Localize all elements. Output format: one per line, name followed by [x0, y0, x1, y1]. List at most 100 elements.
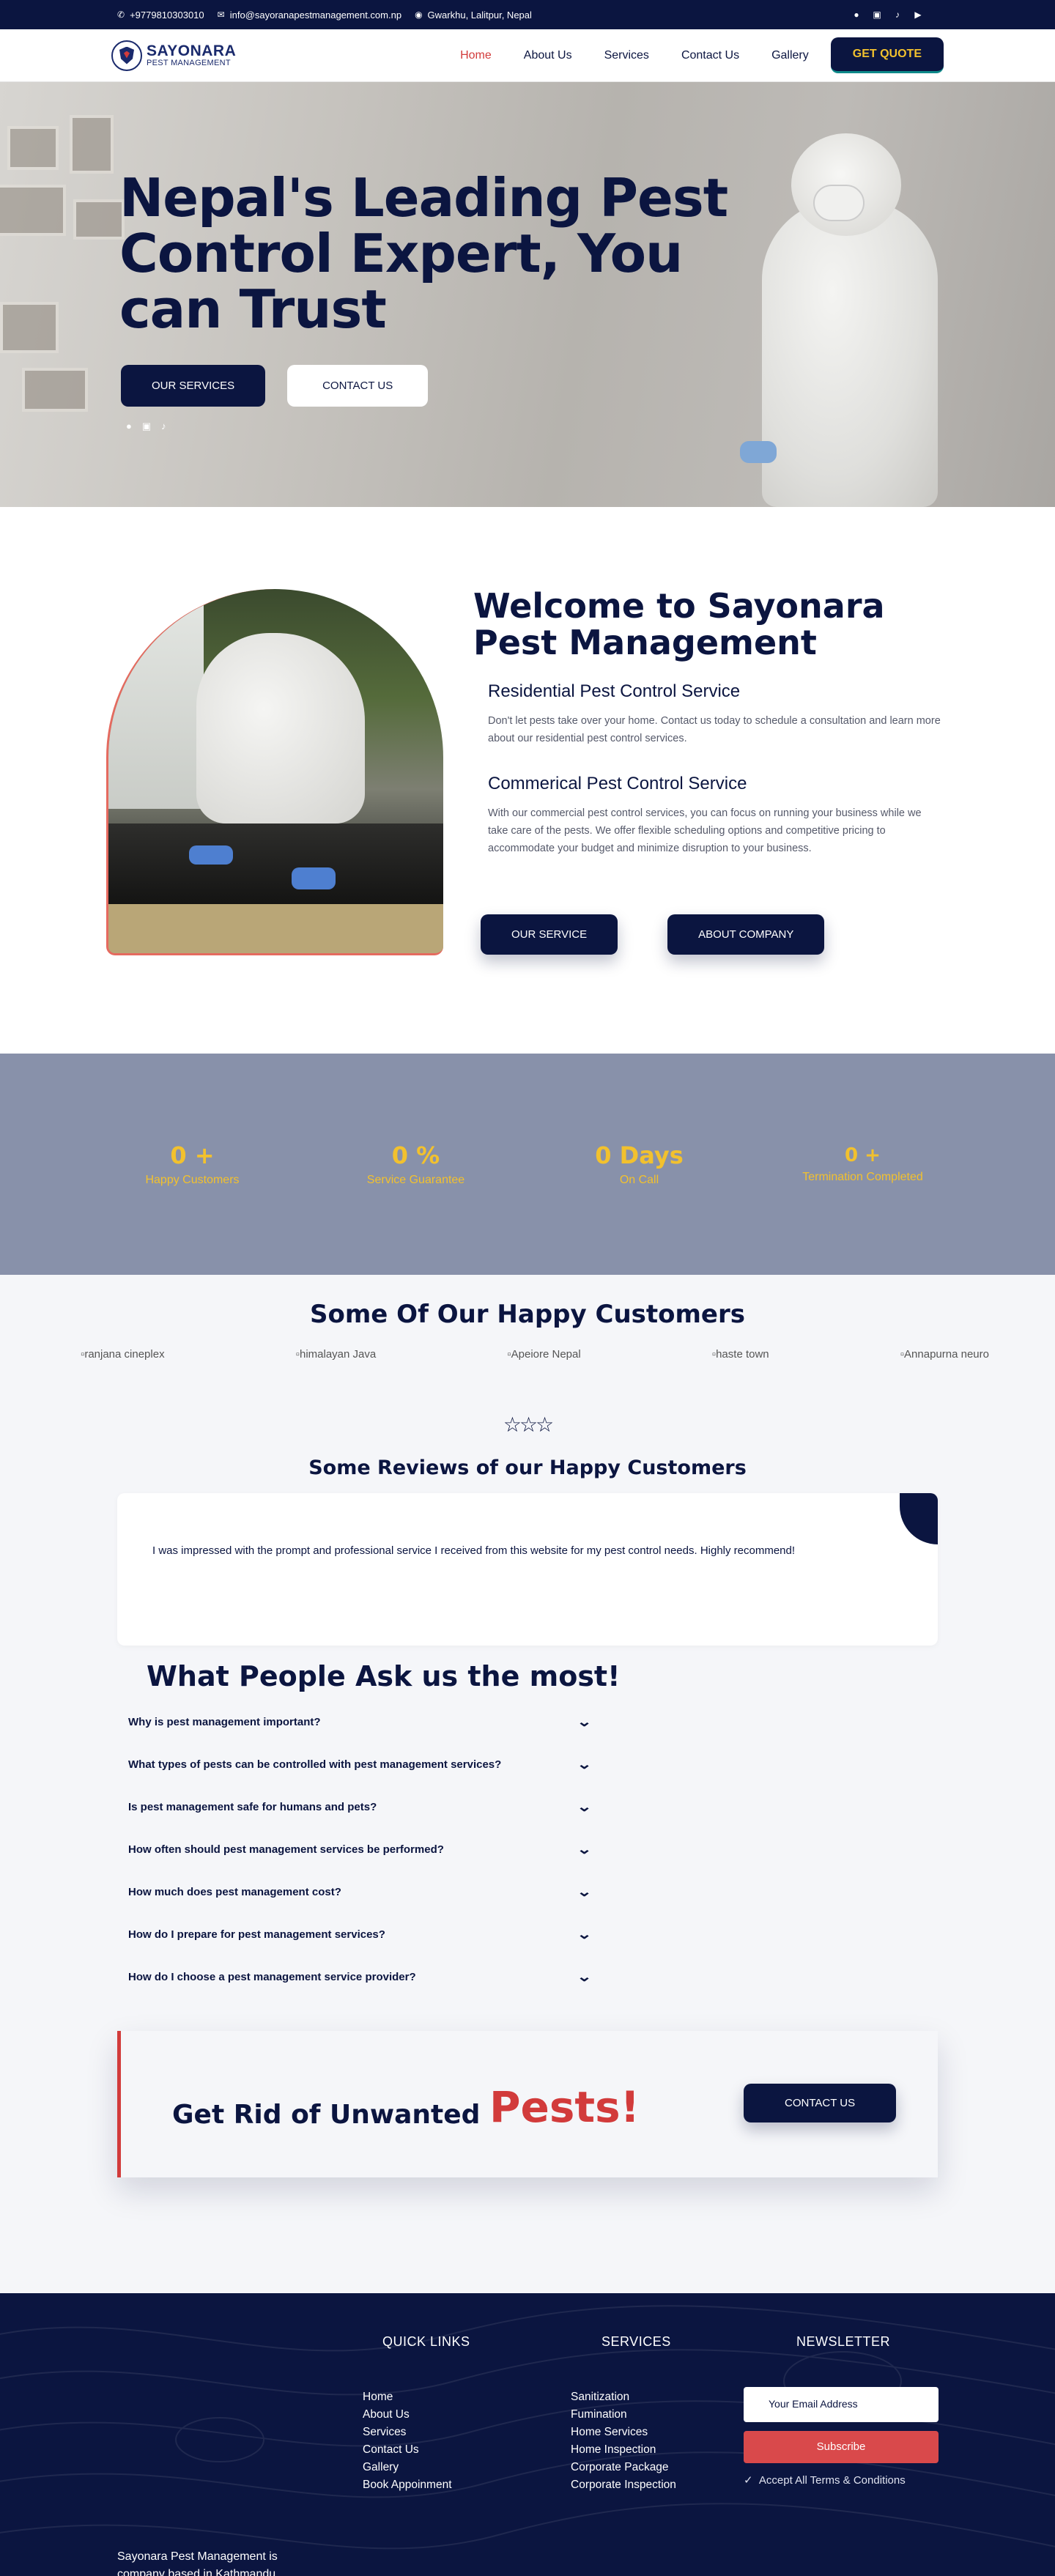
faq-item[interactable]: How much does pest management cost? ⌄ — [128, 1884, 592, 1900]
footer-service-link[interactable]: Corporate Inspection — [571, 2476, 676, 2494]
faq-item[interactable]: How often should pest management service… — [128, 1842, 592, 1857]
map-pin-icon: ◉ — [415, 10, 423, 20]
footer-service-link[interactable]: Fumination — [571, 2406, 676, 2424]
footer: QUICK LINKS Home About Us Services Conta… — [0, 2293, 1055, 2576]
stats-section: 0 + Happy Customers 0 % Service Guarante… — [0, 1054, 1055, 1275]
welcome-worker-image — [106, 589, 443, 955]
stat-on-call: 0 Days On Call — [548, 1141, 731, 1187]
footer-link-gallery[interactable]: Gallery — [363, 2459, 452, 2476]
commercial-service: Commerical Pest Control Service With our… — [488, 774, 942, 857]
footer-link-about[interactable]: About Us — [363, 2406, 452, 2424]
subscribe-button[interactable]: Subscribe — [744, 2431, 939, 2463]
brand-tagline: PEST MANAGEMENT — [147, 59, 231, 67]
hero-socials: ● ▣ ♪ — [126, 421, 166, 432]
customer-logo: ▫ himalayan Java — [295, 1348, 377, 1361]
customer-logo: ▫ Apeiore Nepal — [507, 1348, 581, 1361]
residential-service-text: Don't let pests take over your home. Con… — [488, 715, 941, 744]
stat-value: 0 % — [391, 1141, 440, 1169]
residential-service: Residential Pest Control Service Don't l… — [488, 681, 942, 747]
our-services-button[interactable]: OUR SERVICES — [121, 365, 266, 407]
facebook-icon[interactable]: ● — [851, 10, 862, 20]
phone-text: +9779810303010 — [130, 9, 204, 21]
cta-contact-button[interactable]: CONTACT US — [744, 2084, 897, 2122]
youtube-icon[interactable]: ▶ — [913, 10, 923, 20]
chevron-down-icon[interactable]: ⌄ — [577, 1842, 592, 1857]
footer-link-book[interactable]: Book Appoinment — [363, 2476, 452, 2494]
stat-service-guarantee: 0 % Service Guarantee — [325, 1141, 508, 1187]
welcome-buttons: OUR SERVICE ABOUT COMPANY — [481, 914, 825, 955]
footer-link-services[interactable]: Services — [363, 2424, 452, 2441]
facebook-icon[interactable]: ● — [126, 421, 132, 432]
top-contact-bar: ✆ +9779810303010 ✉ info@sayoranapestmana… — [0, 0, 1055, 29]
footer-service-link[interactable]: Home Services — [571, 2424, 676, 2441]
stat-label: Service Guarantee — [366, 1174, 465, 1186]
shield-logo-icon — [111, 40, 142, 71]
mail-icon: ✉ — [217, 10, 225, 20]
footer-service-link[interactable]: Corporate Package — [571, 2459, 676, 2476]
customers-title: Some Of Our Happy Customers — [310, 1300, 745, 1329]
stat-value: 0 + — [845, 1144, 881, 1166]
phone-icon: ✆ — [117, 10, 125, 20]
customer-logo: ▫ ranjana cineplex — [81, 1348, 165, 1361]
nav-gallery[interactable]: Gallery — [771, 49, 809, 62]
terms-checkbox[interactable]: ✓ Accept All Terms & Conditions — [744, 2473, 906, 2487]
instagram-icon[interactable]: ▣ — [872, 10, 882, 20]
faq-item[interactable]: What types of pests can be controlled wi… — [128, 1757, 592, 1772]
contact-us-button[interactable]: CONTACT US — [287, 365, 429, 407]
get-quote-button[interactable]: GET QUOTE — [830, 37, 944, 73]
phone-contact[interactable]: ✆ +9779810303010 — [117, 10, 204, 21]
commercial-service-title: Commerical Pest Control Service — [488, 774, 747, 793]
rating-stars-icon: ☆☆☆ — [503, 1413, 554, 1436]
chevron-down-icon[interactable]: ⌄ — [577, 1799, 592, 1815]
faq-item[interactable]: How do I prepare for pest management ser… — [128, 1927, 592, 1942]
chevron-down-icon[interactable]: ⌄ — [577, 1714, 592, 1730]
services-title: SERVICES — [601, 2334, 671, 2349]
brand-logo[interactable]: SAYONARA PEST MANAGEMENT — [111, 40, 236, 71]
footer-link-contact[interactable]: Contact Us — [363, 2441, 452, 2459]
welcome-section: Welcome to Sayonara Pest Management Resi… — [0, 507, 1055, 1054]
customer-logos: ▫ ranjana cineplex ▫ himalayan Java ▫ Apeio… — [81, 1348, 989, 1361]
footer-service-link[interactable]: Home Inspection — [571, 2441, 676, 2459]
nav-about-us[interactable]: About Us — [524, 49, 572, 62]
chevron-down-icon[interactable]: ⌄ — [577, 1884, 592, 1900]
cta-card: Get Rid of Unwanted Pests! CONTACT US — [117, 2031, 938, 2177]
welcome-title: Welcome to Sayonara Pest Management — [473, 586, 885, 662]
faq-item[interactable]: How do I choose a pest management servic… — [128, 1969, 592, 1985]
address-contact: ◉ Gwarkhu, Lalitpur, Nepal — [415, 10, 532, 21]
email-contact[interactable]: ✉ info@sayoranapestmanagement.com.np — [218, 10, 401, 21]
faq-item[interactable]: Is pest management safe for humans and p… — [128, 1799, 592, 1815]
nav-services[interactable]: Services — [604, 49, 649, 62]
chevron-down-icon[interactable]: ⌄ — [577, 1969, 592, 1985]
stat-happy-customers: 0 + Happy Customers — [101, 1141, 284, 1187]
tiktok-icon[interactable]: ♪ — [161, 421, 166, 432]
stat-label: Happy Customers — [145, 1174, 240, 1186]
check-circle-icon: ✓ — [744, 2474, 759, 2487]
stat-label: On Call — [619, 1174, 659, 1186]
footer-about-text: Sayonara Pest Management is company base… — [117, 2550, 278, 2576]
chevron-down-icon[interactable]: ⌄ — [577, 1927, 592, 1942]
tiktok-icon[interactable]: ♪ — [892, 10, 903, 20]
footer-service-link[interactable]: Sanitization — [571, 2388, 676, 2406]
top-socials: ● ▣ ♪ ▶ — [851, 10, 938, 20]
customers-section: Some Of Our Happy Customers ▫ ranjana cin… — [0, 1275, 1055, 1646]
chevron-down-icon[interactable]: ⌄ — [577, 1757, 592, 1772]
hero-worker-image — [740, 133, 967, 507]
newsletter-email-input[interactable]: Your Email Address — [744, 2387, 939, 2422]
terms-label: Accept All Terms & Conditions — [758, 2474, 906, 2487]
address-text: Gwarkhu, Lalitpur, Nepal — [427, 9, 532, 21]
faq-item[interactable]: Why is pest management important? ⌄ — [128, 1714, 592, 1730]
instagram-icon[interactable]: ▣ — [142, 421, 151, 432]
cta-section: Get Rid of Unwanted Pests! CONTACT US — [0, 2031, 1055, 2324]
nav-contact-us[interactable]: Contact Us — [681, 49, 739, 62]
nav-home[interactable]: Home — [460, 49, 492, 62]
customer-logo: ▫ Annapurna neuro — [900, 1348, 989, 1361]
page: ✆ +9779810303010 ✉ info@sayoranapestmana… — [0, 0, 1055, 2576]
commercial-service-text: With our commercial pest control service… — [488, 807, 922, 854]
about-company-button[interactable]: ABOUT COMPANY — [667, 914, 825, 955]
hero-buttons: OUR SERVICES CONTACT US — [121, 365, 429, 407]
cta-text: Get Rid of Unwanted — [172, 2100, 481, 2130]
newsletter-title: NEWSLETTER — [796, 2334, 891, 2349]
cta-highlight: Pests! — [489, 2082, 640, 2132]
our-service-button[interactable]: OUR SERVICE — [481, 914, 618, 955]
footer-link-home[interactable]: Home — [363, 2388, 452, 2406]
